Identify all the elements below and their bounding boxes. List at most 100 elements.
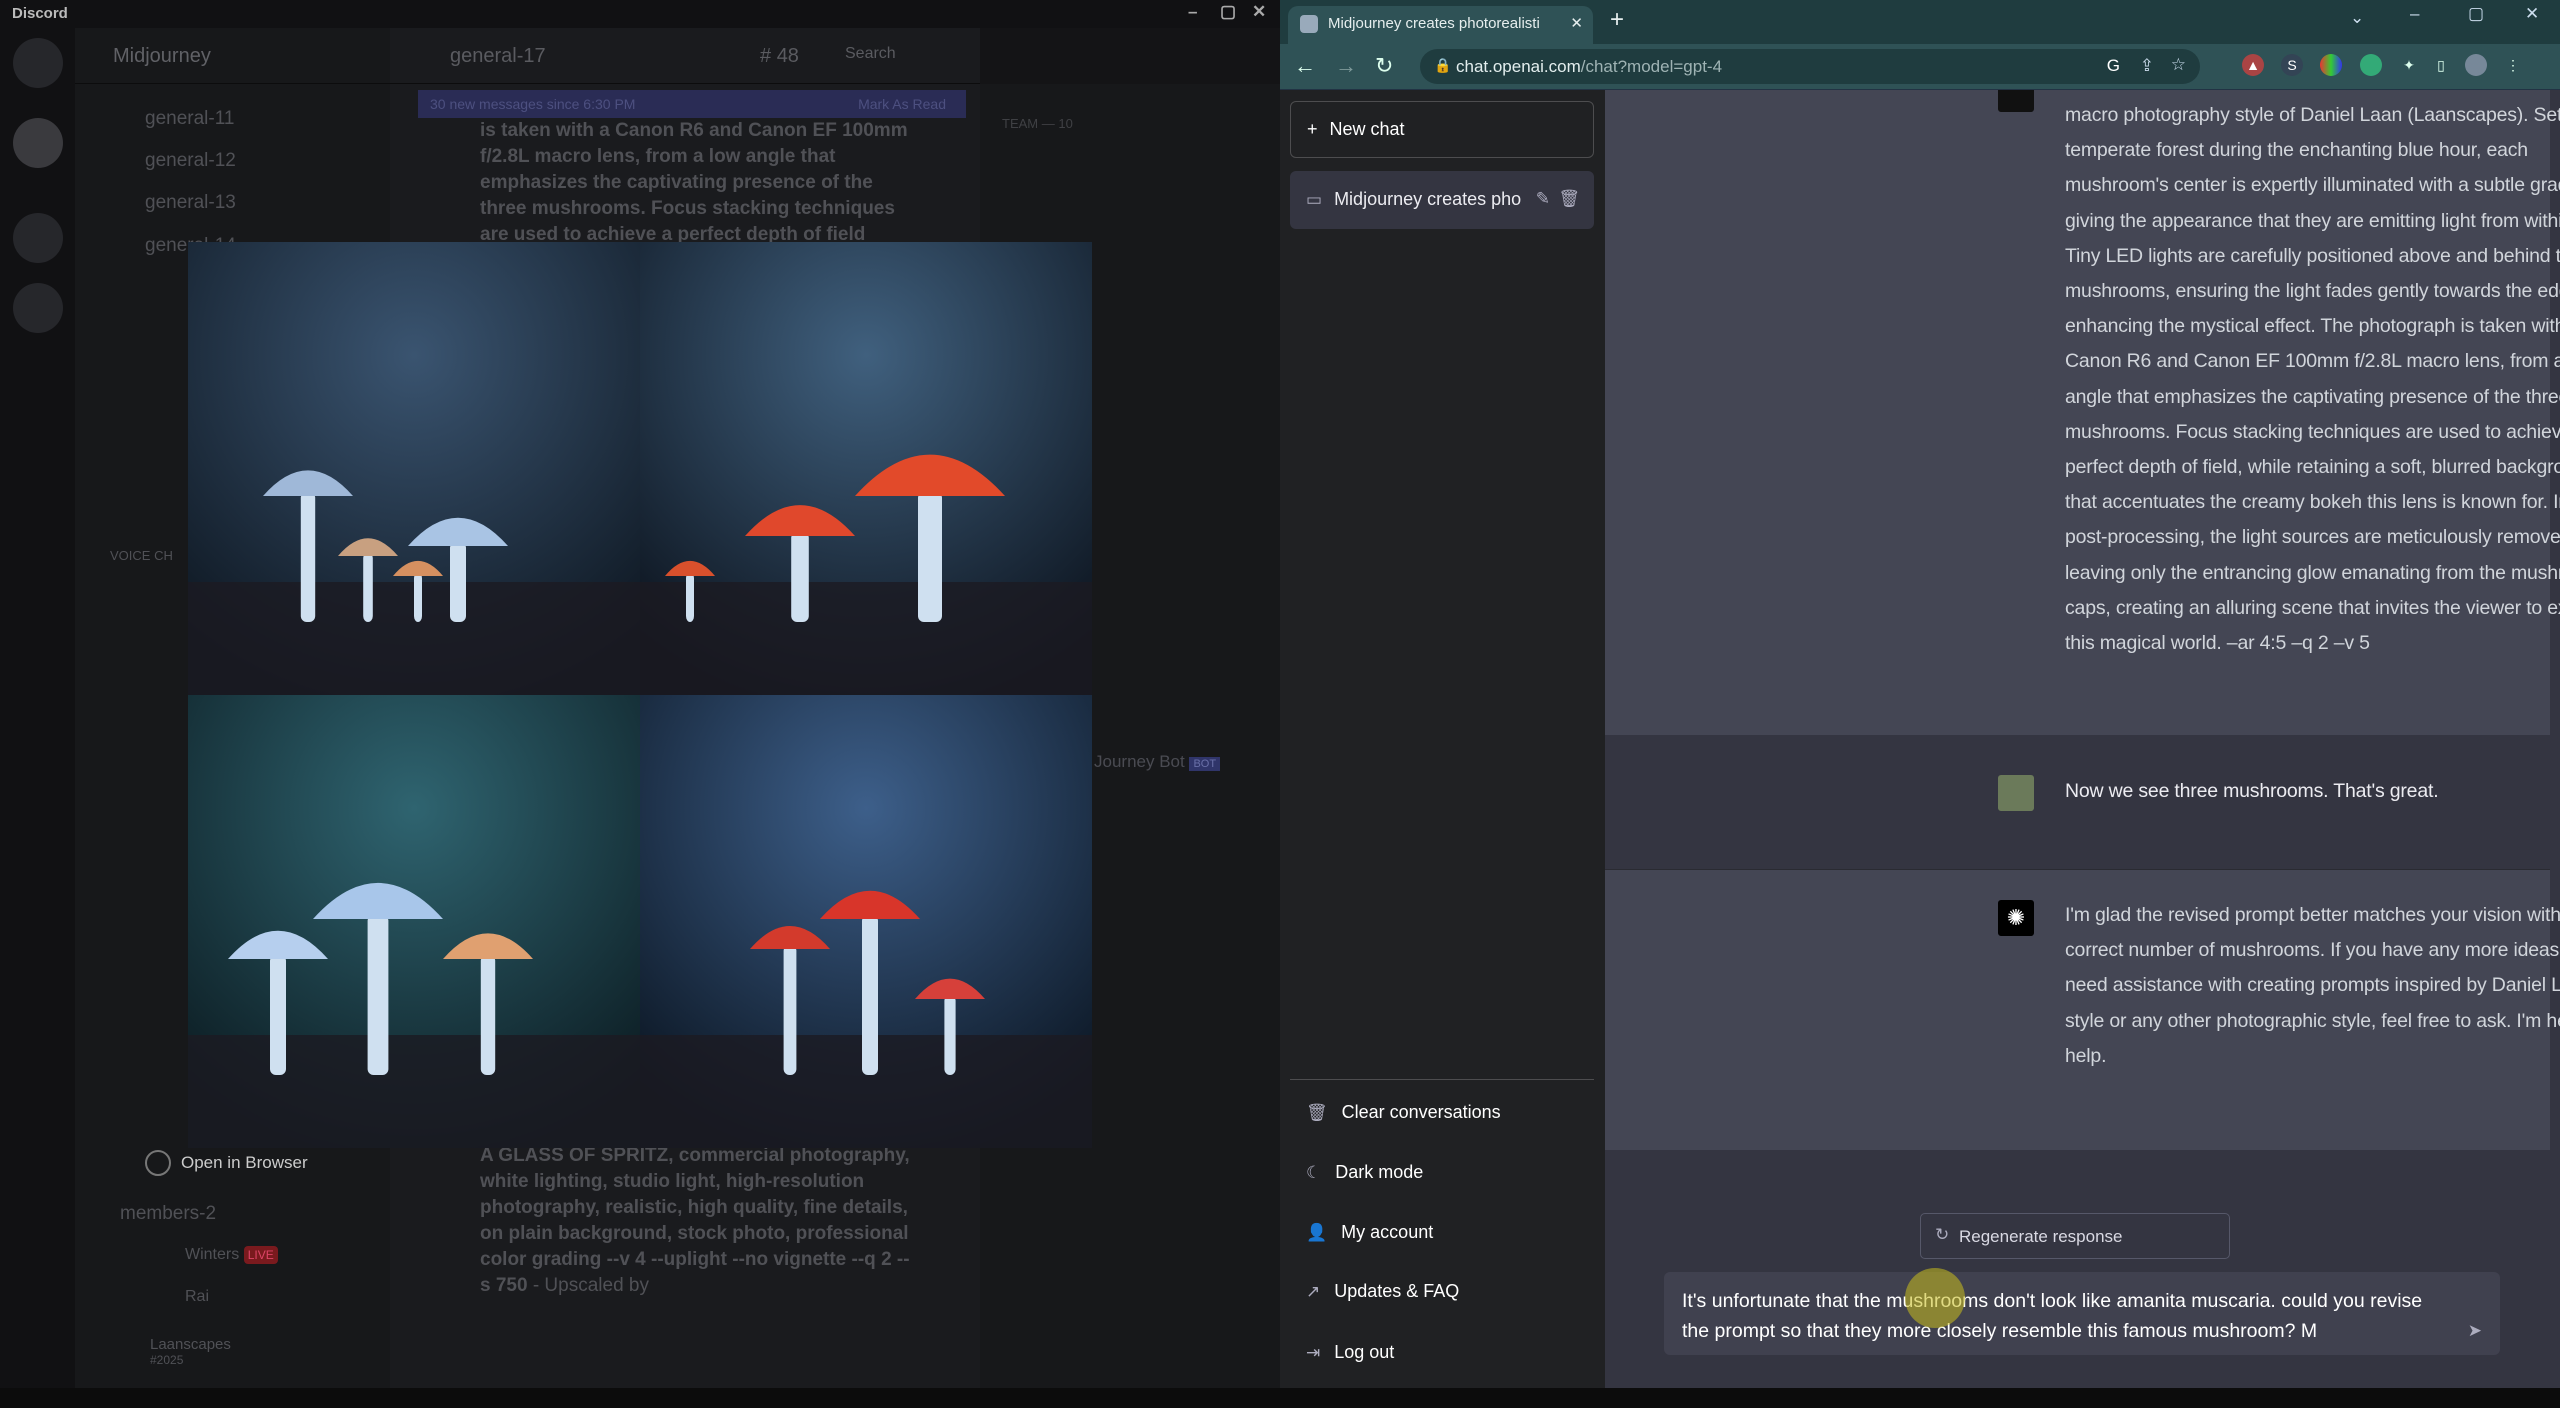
- google-icon[interactable]: G: [2107, 56, 2120, 76]
- extension-color-icon[interactable]: [2320, 54, 2342, 76]
- trash-icon: 🗑: [1306, 1102, 1328, 1122]
- my-account-button[interactable]: 👤 My account: [1306, 1222, 1433, 1243]
- profile-avatar[interactable]: [2465, 54, 2487, 76]
- side-panel-icon[interactable]: ▯: [2430, 54, 2452, 76]
- mushroom-stem: [414, 572, 422, 622]
- lock-icon: 🔒: [1434, 57, 1452, 73]
- mushroom-stem: [783, 945, 797, 1075]
- message-line: mushrooms. Focus stacking techniques are…: [2065, 420, 2560, 443]
- mushroom-stem: [363, 552, 373, 622]
- clear-conversations-button[interactable]: 🗑 Clear conversations: [1306, 1102, 1501, 1123]
- mushroom-stem: [450, 542, 466, 622]
- voice-user: Winters LIVE: [185, 1246, 278, 1264]
- menu-icon[interactable]: ⋮: [2502, 54, 2524, 76]
- log-out-button[interactable]: ⇥ Log out: [1306, 1342, 1394, 1363]
- share-icon[interactable]: ⇪: [2140, 56, 2154, 76]
- mushroom-image-2[interactable]: [640, 242, 1092, 695]
- dark-mode-button[interactable]: ☾ Dark mode: [1306, 1162, 1423, 1183]
- edit-icon[interactable]: ✎: [1536, 189, 1550, 209]
- forward-icon[interactable]: →: [1335, 53, 1357, 79]
- extension-s-icon[interactable]: S: [2281, 54, 2303, 76]
- discord-window: Discord – ▢ ✕ Midjourney general-11 gene…: [0, 0, 1280, 1388]
- chatgpt-logo-icon: ✺: [1998, 900, 2034, 936]
- maximize-icon[interactable]: ▢: [1220, 2, 1236, 22]
- open-in-browser-link[interactable]: Open in Browser: [145, 1150, 308, 1176]
- message-line: post-processing, the light sources are m…: [2065, 526, 2560, 549]
- minimize-icon[interactable]: –: [1188, 2, 1197, 22]
- mushroom-stem: [686, 572, 694, 622]
- reload-icon[interactable]: ↻: [1375, 53, 1393, 79]
- extension-icon[interactable]: ▲: [2242, 54, 2264, 76]
- extensions-puzzle-icon[interactable]: ✦: [2398, 54, 2420, 76]
- mushroom-stem: [791, 532, 809, 622]
- message-text: A GLASS OF SPRITZ, commercial photograph…: [480, 1145, 910, 1296]
- back-icon[interactable]: ←: [1294, 53, 1316, 79]
- tab-bar: Midjourney creates photorealisti ✕ + ⌄ – …: [1280, 0, 2560, 44]
- channel-general-12[interactable]: general-12: [145, 150, 236, 172]
- server-name: Midjourney: [113, 45, 211, 67]
- voice-category[interactable]: VOICE CH: [110, 548, 173, 563]
- channel-general-11[interactable]: general-11: [145, 108, 234, 130]
- explore-icon[interactable]: [13, 283, 63, 333]
- browser-window: Midjourney creates photorealisti ✕ + ⌄ – …: [1280, 0, 2560, 1408]
- server-header[interactable]: Midjourney: [75, 28, 390, 84]
- close-tab-icon[interactable]: ✕: [1570, 14, 1583, 32]
- message-line: I'm glad the revised prompt better match…: [2065, 904, 2560, 926]
- external-link-icon: ↗: [1306, 1281, 1321, 1301]
- address-bar-row: ← → ↻ 🔒 chat.openai.com/chat?model=gpt-4 …: [1280, 44, 2560, 90]
- search-input[interactable]: Search: [845, 45, 896, 63]
- message-line: leaving only the entrancing glow emanati…: [2065, 561, 2560, 584]
- maximize-icon[interactable]: ▢: [2468, 4, 2484, 24]
- message-input[interactable]: It's unfortunate that the mushrooms don'…: [1664, 1272, 2500, 1355]
- minimize-icon[interactable]: –: [2410, 4, 2419, 24]
- mushroom-image-1[interactable]: [188, 242, 640, 695]
- url-input[interactable]: 🔒 chat.openai.com/chat?model=gpt-4 G ⇪ ☆: [1420, 49, 2200, 84]
- message-line: temperate forest during the enchanting b…: [2065, 139, 2528, 162]
- mushroom-image-3[interactable]: [188, 695, 640, 1148]
- send-icon[interactable]: ➤: [2468, 1316, 2482, 1346]
- user-panel: Laanscapes #2025: [150, 1336, 231, 1367]
- server-midjourney-icon[interactable]: [13, 118, 63, 168]
- trash-icon[interactable]: 🗑: [1558, 189, 1580, 209]
- username: Laanscapes: [150, 1336, 231, 1353]
- conversation-item[interactable]: ▭ Midjourney creates pho ✎ 🗑: [1290, 171, 1594, 229]
- extension-shield-icon[interactable]: [2360, 54, 2382, 76]
- mushroom-stem: [367, 915, 389, 1075]
- regenerate-response-button[interactable]: ↻ Regenerate response: [1920, 1213, 2230, 1259]
- discord-home-icon[interactable]: [13, 38, 63, 88]
- close-icon[interactable]: ✕: [2525, 4, 2539, 24]
- image-preview-grid[interactable]: [188, 242, 1092, 1148]
- threads-icon[interactable]: # 48: [760, 45, 799, 68]
- voice-channel[interactable]: members-2: [120, 1203, 216, 1225]
- chatgpt-avatar: [1998, 90, 2034, 112]
- message-line: perfect depth of field, while retaining …: [2065, 456, 2560, 478]
- new-messages-banner[interactable]: 30 new messages since 6:30 PM Mark As Rea…: [418, 90, 966, 118]
- close-icon[interactable]: ✕: [1252, 2, 1266, 22]
- channel-general-13[interactable]: general-13: [145, 192, 236, 214]
- message-line: caps, creating an alluring scene that in…: [2065, 596, 2560, 619]
- tab-search-icon[interactable]: ⌄: [2350, 8, 2364, 28]
- discord-title-bar: Discord – ▢ ✕: [0, 0, 1280, 28]
- input-line: It's unfortunate that the mushrooms don'…: [1682, 1290, 2423, 1312]
- message-line: correct number of mushrooms. If you have…: [2065, 939, 2560, 962]
- refresh-icon: ↻: [1935, 1225, 1950, 1244]
- mark-as-read-button[interactable]: Mark As Read: [858, 96, 946, 112]
- updates-faq-link[interactable]: ↗ Updates & FAQ: [1306, 1281, 1459, 1302]
- user-tag: #2025: [150, 1353, 184, 1367]
- bookmark-star-icon[interactable]: ☆: [2171, 55, 2186, 75]
- add-server-icon[interactable]: [13, 213, 63, 263]
- member-bot[interactable]: Journey Bot BOT: [1094, 752, 1221, 772]
- sidebar-divider: [1290, 1079, 1594, 1080]
- mushroom-stem: [862, 915, 878, 1075]
- new-tab-icon[interactable]: +: [1610, 6, 1624, 34]
- taskbar: [0, 1388, 2560, 1408]
- message-line: giving the appearance that they are emit…: [2065, 209, 2560, 232]
- browser-tab[interactable]: Midjourney creates photorealisti ✕: [1288, 6, 1593, 44]
- mushroom-image-4[interactable]: [640, 695, 1092, 1148]
- user-icon: 👤: [1306, 1222, 1328, 1242]
- message-line: this magical world. –ar 4:5 –q 2 –v 5: [2065, 632, 2370, 654]
- message-line: Canon R6 and Canon EF 100mm f/2.8L macro…: [2065, 350, 2560, 373]
- chat-sidebar: + New chat ▭ Midjourney creates pho ✎ 🗑 🗑 Cle…: [1280, 90, 1605, 1388]
- chat-bubble-icon: ▭: [1306, 190, 1323, 209]
- new-chat-button[interactable]: + New chat: [1290, 101, 1594, 158]
